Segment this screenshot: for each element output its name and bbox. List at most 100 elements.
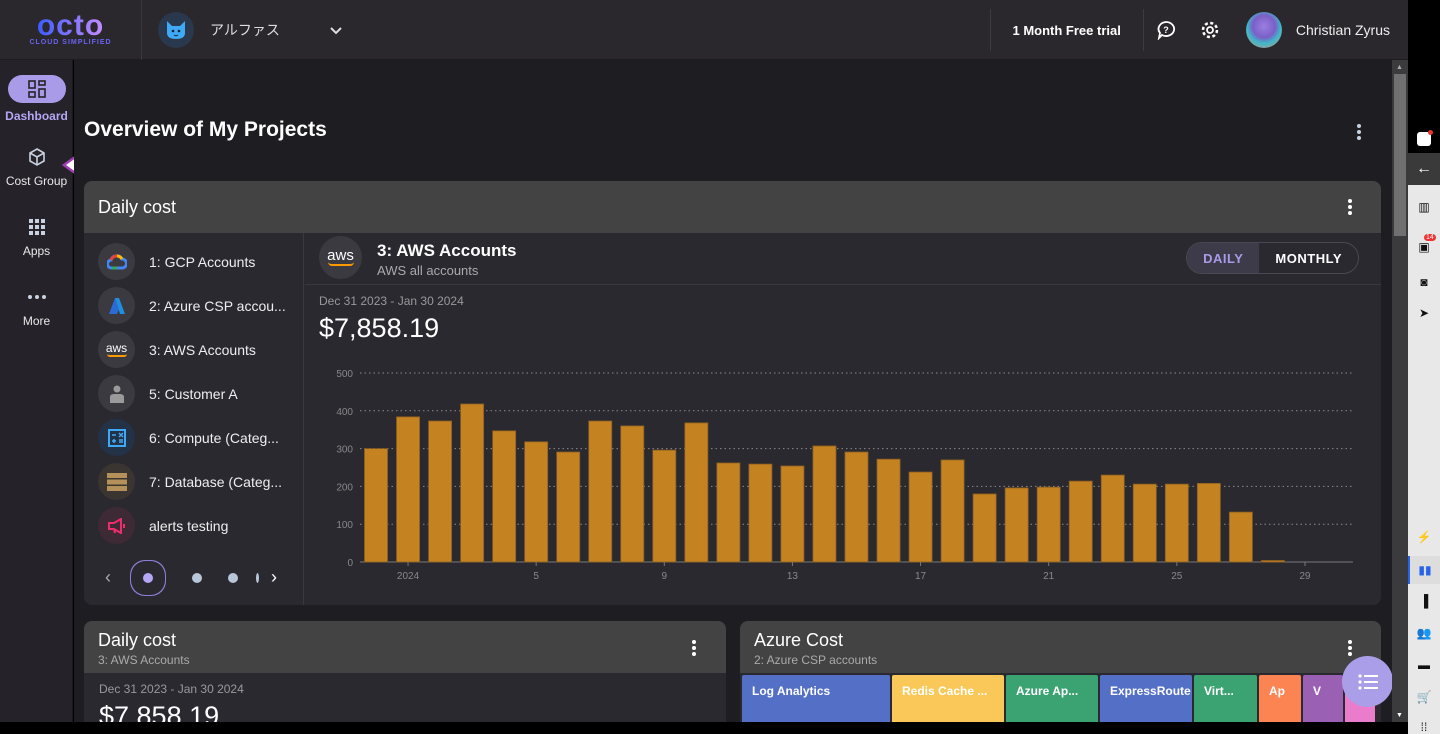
project-list-item[interactable]: aws 3: AWS Accounts [98,331,256,368]
user-avatar[interactable] [1245,12,1282,48]
bar[interactable] [748,463,773,563]
bar[interactable] [1260,560,1285,563]
database-icon [98,463,135,500]
bar[interactable] [620,425,645,563]
divider [1142,9,1144,51]
vertical-scrollbar[interactable]: ▲ ▼ [1392,60,1408,722]
bar[interactable] [1132,483,1157,563]
project-list-item[interactable]: 1: GCP Accounts [98,243,255,280]
bar[interactable] [492,430,517,563]
project-list-item[interactable]: 6: Compute (Categ... [98,419,279,456]
chevron-right-icon[interactable]: › [264,567,284,588]
bar[interactable] [972,493,997,563]
bar[interactable] [716,462,741,563]
y-tick-label: 0 [347,558,353,569]
project-list-item[interactable]: alerts testing [98,507,228,544]
user-name[interactable]: Christian Zyrus [1296,22,1390,38]
bar[interactable] [1004,487,1029,563]
bar[interactable] [876,458,901,563]
list-fab-button[interactable] [1342,656,1393,707]
treemap-tile[interactable]: ExpressRoute [1100,675,1192,722]
people-icon[interactable]: 👥 [1408,626,1440,640]
treemap-tile[interactable]: Redis Cache ... [892,675,1004,722]
monthly-toggle-button[interactable]: MONTHLY [1259,243,1358,273]
bar[interactable] [844,451,869,563]
free-trial-link[interactable]: 1 Month Free trial [991,23,1143,38]
bar[interactable] [940,459,965,563]
period-toggle: DAILY MONTHLY [1186,242,1359,274]
project-label: 5: Customer A [149,385,238,402]
scroll-down-icon[interactable]: ▼ [1396,712,1403,719]
bar[interactable] [1068,480,1093,563]
daily-toggle-button[interactable]: DAILY [1187,243,1260,273]
bar[interactable] [460,403,485,563]
inbox-icon[interactable]: ▣ 14 [1408,234,1440,254]
bar[interactable] [652,449,677,563]
project-list-item[interactable]: 2: Azure CSP accou... [98,287,286,324]
help-chat-icon[interactable]: ? [1155,19,1177,41]
octo-logo[interactable]: octo CLOUD SIMPLIFIED [0,0,142,60]
chevron-down-icon[interactable] [330,22,342,38]
total-cost: $7,858.19 [319,313,440,343]
bar[interactable] [1036,486,1061,563]
bar[interactable] [556,451,581,563]
bar[interactable] [428,420,453,563]
sidebar-item-label: More [22,314,51,328]
page-menu-icon[interactable] [1357,124,1361,140]
treemap-tile[interactable]: Log Analytics [742,675,890,722]
treemap-tile[interactable]: Virt... [1194,675,1257,722]
bar[interactable] [364,448,388,563]
treemap-tile[interactable]: Ap [1259,675,1301,722]
bar[interactable] [1164,483,1189,563]
lightning-icon[interactable]: ⚡ [1408,530,1440,544]
bar[interactable] [1228,511,1253,563]
chat-icon[interactable]: ▬ [1408,658,1440,672]
bar[interactable] [812,445,837,563]
treemap-tile[interactable]: V [1303,675,1343,722]
gear-icon[interactable] [1199,19,1221,41]
project-list-item[interactable]: 5: Customer A [98,375,238,412]
pager-dot[interactable] [256,572,259,583]
back-arrow-icon[interactable]: ← [1408,153,1440,185]
sidebar-item-more[interactable]: More [0,286,73,328]
chevron-left-icon[interactable]: ‹ [98,567,118,588]
robot-icon[interactable]: ◙ [1408,275,1440,289]
grid-icon [8,216,66,238]
bar[interactable] [1100,474,1125,563]
card-header: Daily cost [84,181,1381,233]
gift-icon[interactable]: ▥ [1408,200,1440,214]
apps-icon[interactable]: ⁞⁞ [1408,720,1440,734]
bar[interactable] [524,441,549,563]
project-label: 3: AWS Accounts [149,341,256,358]
bar[interactable] [908,471,933,563]
bar[interactable] [1196,482,1221,563]
card-menu-icon[interactable] [692,640,696,656]
project-list-item[interactable]: 7: Database (Categ... [98,463,282,500]
book-icon[interactable]: ▮▮ [1408,556,1440,584]
pager-dot[interactable] [228,572,238,583]
more-horizontal-icon [8,286,66,308]
x-tick-label: 2024 [397,571,420,582]
bar-chart-icon[interactable]: ▐ [1408,594,1440,608]
x-tick-label: 9 [662,571,668,582]
scroll-up-icon[interactable]: ▲ [1396,64,1403,71]
project-label: alerts testing [149,517,229,534]
send-icon[interactable]: ➤ [1408,306,1440,320]
treemap-tile[interactable]: Azure Ap... [1006,675,1098,722]
bar[interactable] [396,416,420,563]
sidebar-item-dashboard[interactable]: Dashboard [0,75,73,123]
pager-dot[interactable] [143,572,153,583]
pager-dot[interactable] [192,572,202,583]
bar[interactable] [588,420,613,563]
cart-icon[interactable]: 🛒 [1408,690,1440,704]
extension-logo-icon[interactable] [1417,130,1433,146]
sidebar-item-apps[interactable]: Apps [0,216,73,258]
org-selector[interactable]: アルファス [142,0,342,60]
project-label: 6: Compute (Categ... [149,429,279,446]
scrollbar-thumb[interactable] [1394,74,1406,236]
card-menu-icon[interactable] [1348,640,1352,656]
bar[interactable] [684,422,709,563]
bar[interactable] [780,465,805,563]
aws-text: aws [105,341,128,355]
card-menu-icon[interactable] [1348,199,1352,215]
